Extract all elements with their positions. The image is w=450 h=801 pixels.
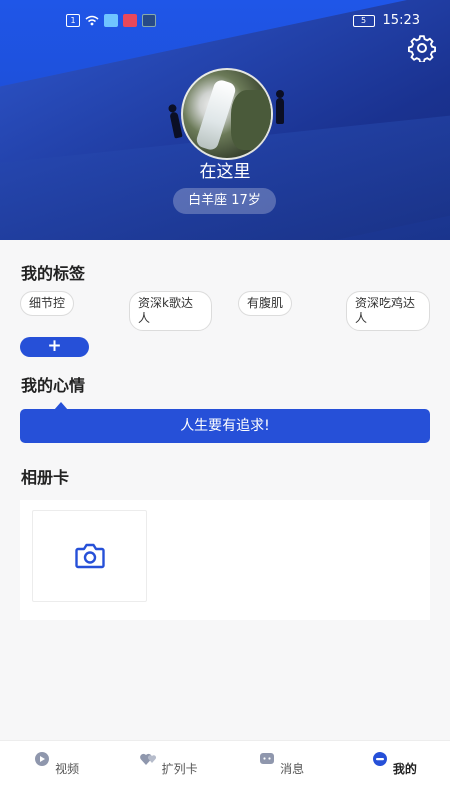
tag-chip[interactable]: 资深k歌达人 <box>129 291 212 331</box>
settings-gear-icon[interactable] <box>408 34 436 62</box>
avatar[interactable] <box>181 68 273 160</box>
video-icon <box>33 751 51 767</box>
mood-section-title: 我的心情 <box>21 372 85 396</box>
nav-item-profile[interactable]: 我的 <box>338 741 450 801</box>
album-card <box>20 500 430 620</box>
nickname: 在这里 <box>0 157 450 182</box>
tag-chip[interactable]: 资深吃鸡达人 <box>346 291 430 331</box>
app-notification-icon <box>123 14 137 27</box>
bottom-nav: 视频 扩列卡 消息 我的 <box>0 740 450 801</box>
app-notification-icon <box>142 14 156 27</box>
album-section-title: 相册卡 <box>21 464 69 488</box>
status-bar: 1 5 15:23 <box>0 0 450 44</box>
tags-section-title: 我的标签 <box>21 260 85 284</box>
nav-item-messages[interactable]: 消息 <box>225 741 338 801</box>
hearts-icon <box>140 751 158 767</box>
tag-chip[interactable]: 细节控 <box>20 291 74 316</box>
nav-item-expand-card[interactable]: 扩列卡 <box>113 741 226 801</box>
wifi-icon <box>85 15 99 26</box>
nav-label: 视频 <box>55 762 79 776</box>
nav-label: 消息 <box>280 762 304 776</box>
nav-item-video[interactable]: 视频 <box>0 741 113 801</box>
battery-icon: 5 <box>353 15 375 27</box>
nav-label: 扩列卡 <box>162 762 198 776</box>
profile-header: 1 5 15:23 在这里 白羊座 17岁 <box>0 0 450 240</box>
camera-icon <box>75 543 105 569</box>
sim-icon: 1 <box>66 14 80 27</box>
mood-text-bar[interactable]: 人生要有追求! <box>20 409 430 443</box>
add-tag-button[interactable]: + <box>20 337 89 357</box>
app-notification-icon <box>104 14 118 27</box>
nav-label: 我的 <box>393 762 417 776</box>
silhouette-figure <box>276 98 284 124</box>
tag-chip[interactable]: 有腹肌 <box>238 291 292 316</box>
profile-icon <box>371 751 389 767</box>
zodiac-age-badge: 白羊座 17岁 <box>173 188 276 214</box>
status-time: 15:23 <box>383 13 420 28</box>
add-photo-slot[interactable] <box>32 510 147 602</box>
message-icon <box>258 751 276 767</box>
